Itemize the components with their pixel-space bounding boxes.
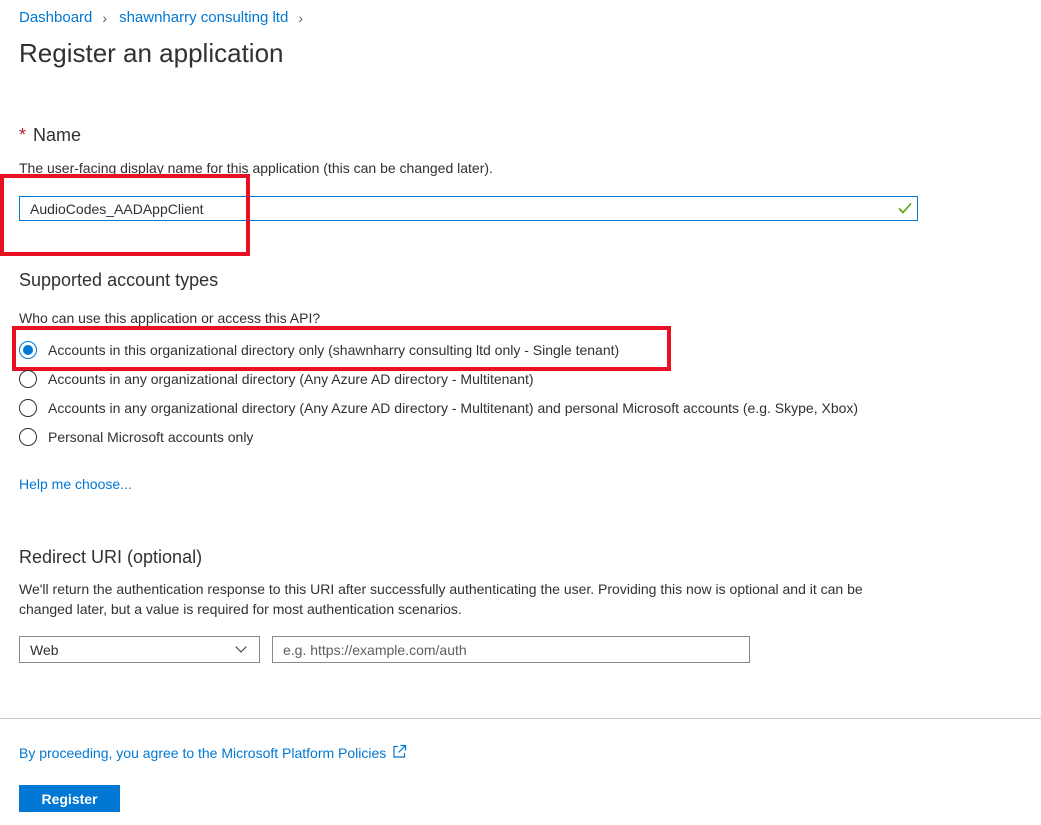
radio-button[interactable] (19, 370, 37, 388)
footer-divider (0, 718, 1041, 719)
redirect-uri-description-line1: We'll return the authentication response… (19, 581, 863, 597)
platform-policies-link[interactable]: By proceeding, you agree to the Microsof… (19, 745, 386, 761)
account-type-option-label: Personal Microsoft accounts only (48, 429, 254, 445)
account-type-option-label: Accounts in any organizational directory… (48, 400, 859, 416)
required-marker: * (19, 125, 27, 145)
radio-button[interactable] (19, 399, 37, 417)
account-type-option-label: Accounts in this organizational director… (48, 342, 620, 358)
redirect-uri-heading: Redirect URI (optional) (19, 547, 203, 567)
chevron-right-icon: › (102, 9, 108, 26)
platform-select[interactable]: Web (19, 636, 260, 663)
radio-button-selected[interactable] (19, 341, 37, 359)
breadcrumb-dashboard-link[interactable]: Dashboard (19, 9, 92, 26)
account-type-option-label: Accounts in any organizational directory… (48, 371, 534, 387)
chevron-right-icon: › (298, 9, 303, 26)
name-field-wrapper (19, 196, 918, 221)
policy-notice: By proceeding, you agree to the Microsof… (19, 744, 407, 762)
account-type-option-multitenant[interactable]: Accounts in any organizational directory… (19, 370, 534, 388)
name-heading-label: Name (33, 125, 82, 145)
radio-button[interactable] (19, 428, 37, 446)
platform-select-value: Web (30, 641, 59, 658)
name-field[interactable] (20, 200, 893, 217)
name-heading: * Name (19, 125, 81, 146)
account-types-heading: Supported account types (19, 270, 219, 290)
redirect-uri-description-line2: changed later, but a value is required f… (19, 601, 462, 617)
page-title: Register an application (19, 38, 284, 68)
external-link-icon (386, 744, 407, 762)
account-type-option-multitenant-personal[interactable]: Accounts in any organizational directory… (19, 399, 858, 417)
breadcrumb: Dashboard › shawnharry consulting ltd › (19, 9, 315, 26)
account-type-option-single-tenant[interactable]: Accounts in this organizational director… (19, 341, 619, 359)
chevron-down-icon (235, 641, 247, 653)
checkmark-icon (893, 201, 917, 217)
help-me-choose-link[interactable]: Help me choose... (19, 476, 132, 492)
breadcrumb-tenant-link[interactable]: shawnharry consulting ltd (119, 9, 288, 26)
account-types-question: Who can use this application or access t… (19, 310, 321, 326)
account-type-option-personal[interactable]: Personal Microsoft accounts only (19, 428, 253, 446)
redirect-uri-input[interactable] (272, 636, 750, 663)
register-button[interactable]: Register (19, 785, 120, 812)
name-description: The user-facing display name for this ap… (19, 160, 493, 176)
